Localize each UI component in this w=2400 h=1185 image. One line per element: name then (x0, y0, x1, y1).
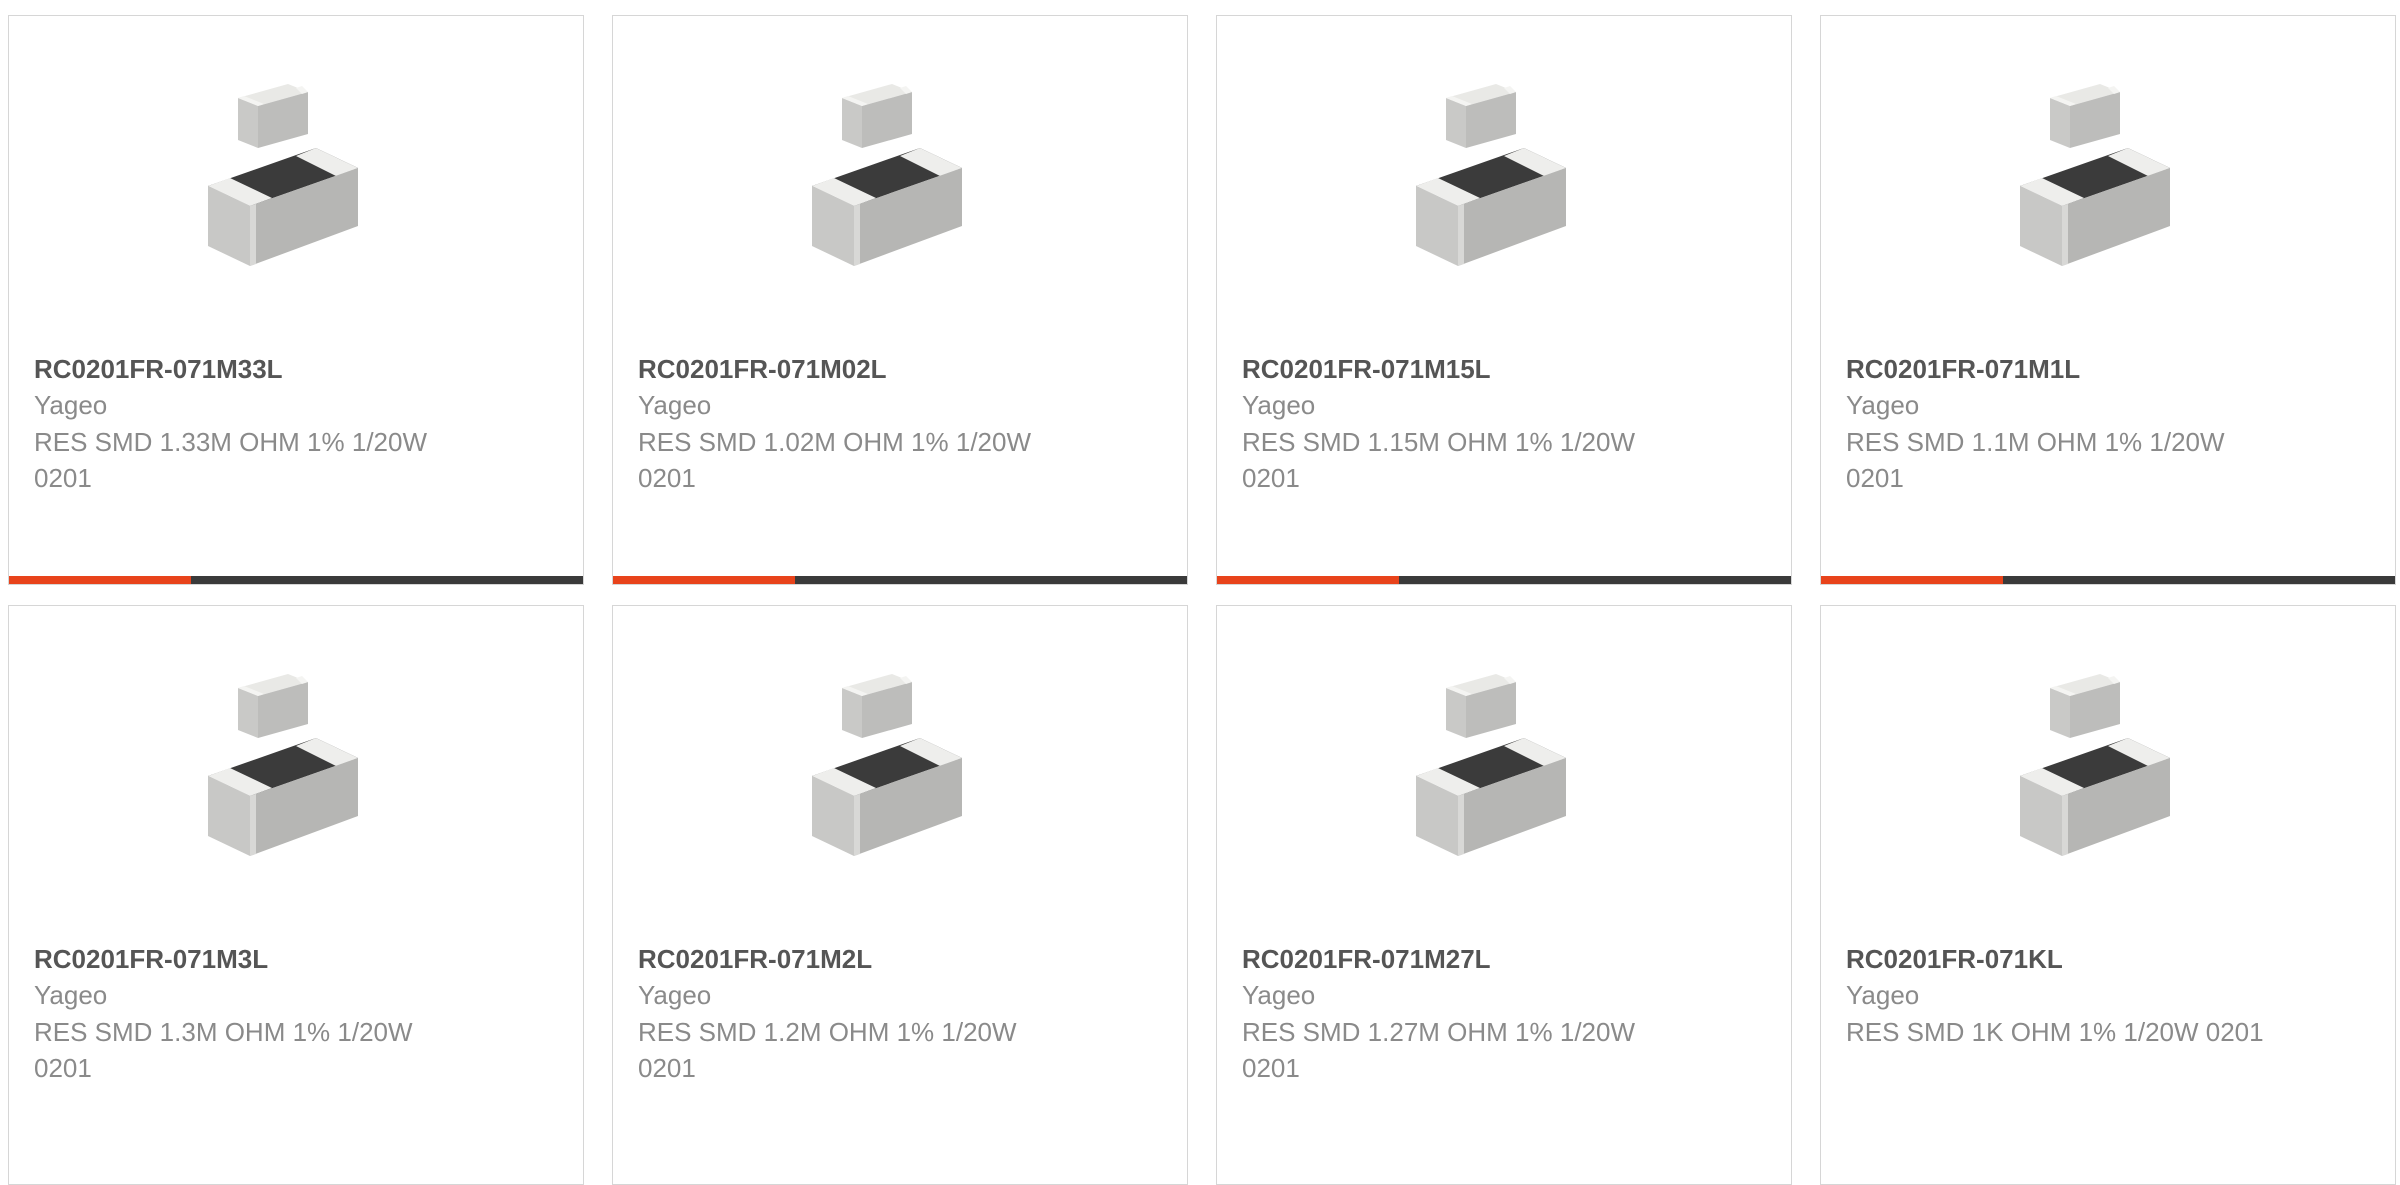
product-grid: RC0201FR-071M33L Yageo RES SMD 1.33M OHM… (0, 0, 2400, 1185)
part-number-link[interactable]: RC0201FR-071KL (1846, 942, 2370, 976)
product-card[interactable]: RC0201FR-071M3L Yageo RES SMD 1.3M OHM 1… (8, 605, 584, 1185)
part-number-link[interactable]: RC0201FR-071M33L (34, 352, 558, 386)
part-number-link[interactable]: RC0201FR-071M02L (638, 352, 1162, 386)
product-description: RES SMD 1.15M OHM 1% 1/20W 0201 (1242, 427, 1635, 493)
product-description: RES SMD 1.02M OHM 1% 1/20W 0201 (638, 427, 1031, 493)
manufacturer-name: Yageo (1846, 390, 1920, 420)
manufacturer-name: Yageo (638, 390, 712, 420)
smd-resistor-image (186, 76, 406, 276)
card-accent-bar (613, 576, 795, 584)
smd-resistor-image (1998, 666, 2218, 866)
manufacturer-name: Yageo (34, 390, 108, 420)
smd-resistor-image (1394, 666, 1614, 866)
product-image[interactable] (1821, 666, 2395, 866)
card-accent-bar (1217, 576, 1399, 584)
product-description: RES SMD 1K OHM 1% 1/20W 0201 (1846, 1017, 2264, 1047)
product-image[interactable] (1821, 76, 2395, 276)
product-info: RC0201FR-071KL Yageo RES SMD 1K OHM 1% 1… (1846, 942, 2370, 1050)
smd-resistor-image (790, 76, 1010, 276)
product-description: RES SMD 1.3M OHM 1% 1/20W 0201 (34, 1017, 413, 1083)
product-card[interactable]: RC0201FR-071M33L Yageo RES SMD 1.33M OHM… (8, 15, 584, 585)
part-number-link[interactable]: RC0201FR-071M27L (1242, 942, 1766, 976)
smd-resistor-image (1394, 76, 1614, 276)
product-image[interactable] (1217, 666, 1791, 866)
product-description: RES SMD 1.1M OHM 1% 1/20W 0201 (1846, 427, 2225, 493)
product-card[interactable]: RC0201FR-071M15L Yageo RES SMD 1.15M OHM… (1216, 15, 1792, 585)
product-card[interactable]: RC0201FR-071KL Yageo RES SMD 1K OHM 1% 1… (1820, 605, 2396, 1185)
part-number-link[interactable]: RC0201FR-071M3L (34, 942, 558, 976)
card-bottom-bar (613, 576, 1187, 584)
product-description: RES SMD 1.27M OHM 1% 1/20W 0201 (1242, 1017, 1635, 1083)
card-accent-bar (9, 576, 191, 584)
manufacturer-name: Yageo (638, 980, 712, 1010)
product-info: RC0201FR-071M33L Yageo RES SMD 1.33M OHM… (34, 352, 558, 496)
smd-resistor-image (790, 666, 1010, 866)
part-number-link[interactable]: RC0201FR-071M1L (1846, 352, 2370, 386)
card-accent-bar (1821, 576, 2003, 584)
product-card[interactable]: RC0201FR-071M27L Yageo RES SMD 1.27M OHM… (1216, 605, 1792, 1185)
card-bottom-bar (1821, 576, 2395, 584)
part-number-link[interactable]: RC0201FR-071M2L (638, 942, 1162, 976)
product-card[interactable]: RC0201FR-071M1L Yageo RES SMD 1.1M OHM 1… (1820, 15, 2396, 585)
product-info: RC0201FR-071M15L Yageo RES SMD 1.15M OHM… (1242, 352, 1766, 496)
product-image[interactable] (613, 666, 1187, 866)
manufacturer-name: Yageo (1242, 390, 1316, 420)
product-card[interactable]: RC0201FR-071M2L Yageo RES SMD 1.2M OHM 1… (612, 605, 1188, 1185)
product-info: RC0201FR-071M02L Yageo RES SMD 1.02M OHM… (638, 352, 1162, 496)
card-bottom-bar (9, 576, 583, 584)
product-info: RC0201FR-071M27L Yageo RES SMD 1.27M OHM… (1242, 942, 1766, 1086)
product-image[interactable] (613, 76, 1187, 276)
product-info: RC0201FR-071M2L Yageo RES SMD 1.2M OHM 1… (638, 942, 1162, 1086)
product-description: RES SMD 1.33M OHM 1% 1/20W 0201 (34, 427, 427, 493)
manufacturer-name: Yageo (1846, 980, 1920, 1010)
card-bottom-bar (1217, 576, 1791, 584)
product-image[interactable] (9, 666, 583, 866)
manufacturer-name: Yageo (34, 980, 108, 1010)
product-image[interactable] (1217, 76, 1791, 276)
smd-resistor-image (186, 666, 406, 866)
product-info: RC0201FR-071M3L Yageo RES SMD 1.3M OHM 1… (34, 942, 558, 1086)
product-info: RC0201FR-071M1L Yageo RES SMD 1.1M OHM 1… (1846, 352, 2370, 496)
product-card[interactable]: RC0201FR-071M02L Yageo RES SMD 1.02M OHM… (612, 15, 1188, 585)
product-image[interactable] (9, 76, 583, 276)
part-number-link[interactable]: RC0201FR-071M15L (1242, 352, 1766, 386)
manufacturer-name: Yageo (1242, 980, 1316, 1010)
product-description: RES SMD 1.2M OHM 1% 1/20W 0201 (638, 1017, 1017, 1083)
smd-resistor-image (1998, 76, 2218, 276)
